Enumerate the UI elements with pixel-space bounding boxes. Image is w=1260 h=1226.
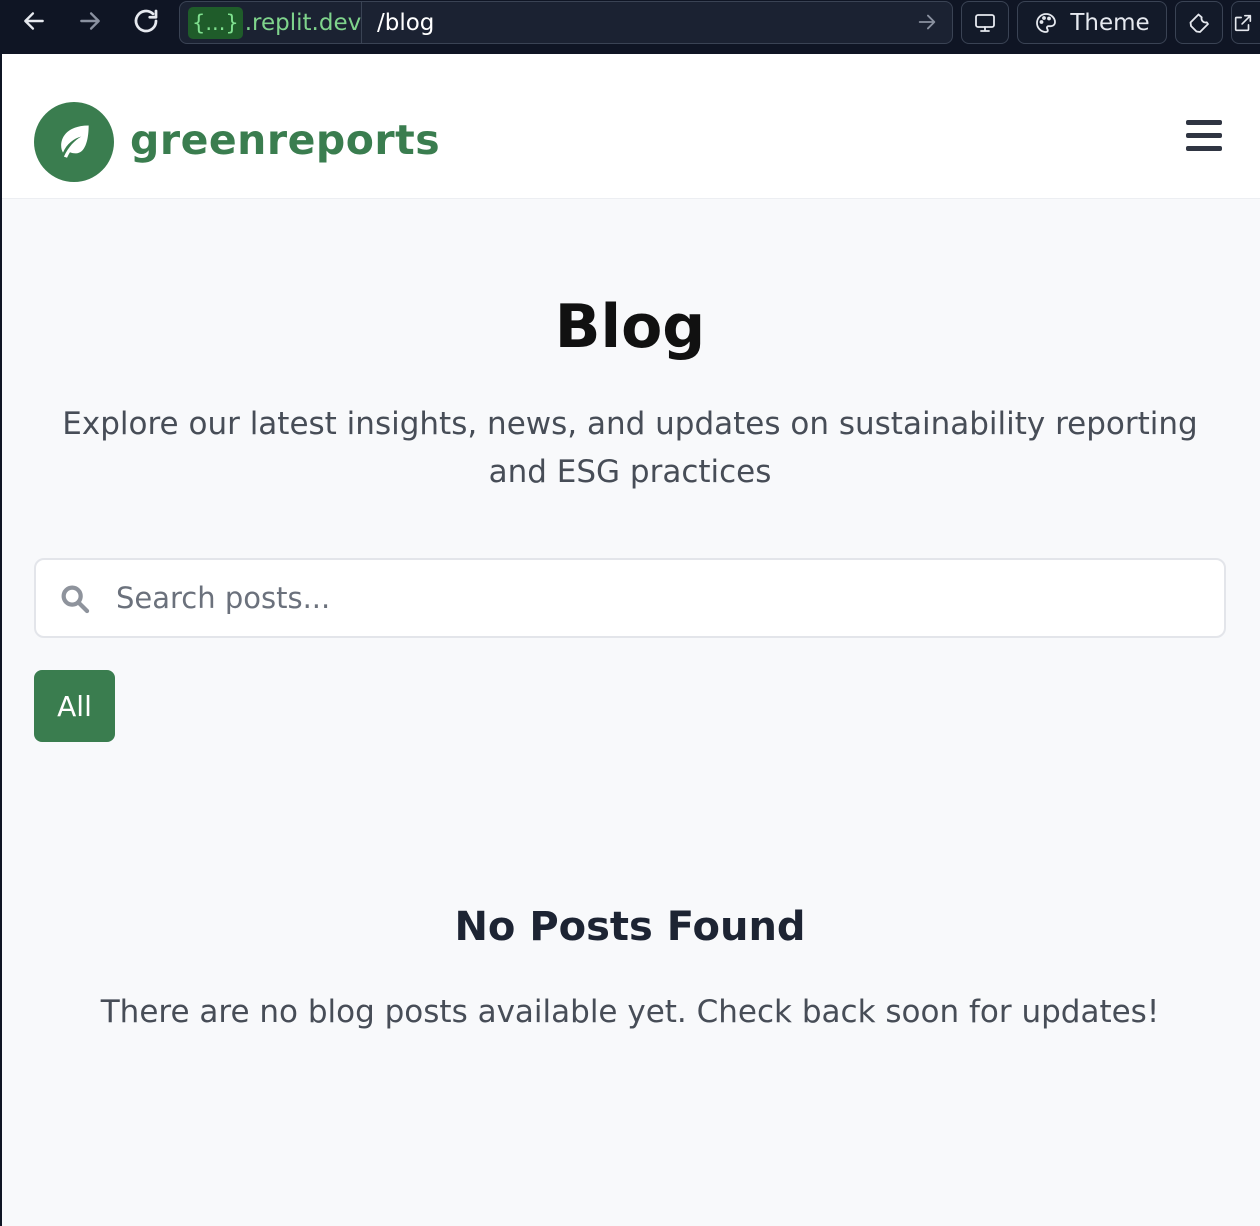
search-icon (58, 582, 92, 620)
site-header: greenreports (2, 54, 1260, 199)
page-subtitle: Explore our latest insights, news, and u… (62, 406, 1198, 490)
filter-all-button[interactable]: All (34, 670, 115, 742)
url-path[interactable]: /blog (377, 2, 434, 43)
logo[interactable] (34, 102, 114, 182)
hamburger-icon (1186, 120, 1226, 151)
devtools-button[interactable] (1175, 1, 1223, 44)
back-button[interactable] (14, 6, 54, 36)
wrench-icon (1189, 13, 1209, 33)
address-bar[interactable]: {...} .replit.dev /blog (179, 1, 953, 44)
arrow-right-icon (80, 12, 100, 30)
url-token-badge: {...} (188, 6, 243, 39)
go-button[interactable] (916, 11, 938, 37)
page-border (0, 54, 2, 1226)
theme-label: Theme (1070, 9, 1150, 36)
reload-icon (134, 9, 158, 33)
arrow-left-icon (24, 12, 44, 30)
arrow-right-icon (918, 14, 936, 30)
empty-state-message: There are no blog posts available yet. C… (100, 994, 1160, 1030)
monitor-icon (975, 13, 995, 32)
brand-name[interactable]: greenreports (130, 116, 440, 164)
forward-button[interactable] (70, 6, 110, 36)
theme-button[interactable]: Theme (1017, 1, 1167, 44)
palette-icon (1036, 12, 1057, 33)
search-input[interactable] (116, 570, 1206, 626)
reload-button[interactable] (126, 6, 166, 36)
leaf-icon (61, 125, 89, 158)
page-title: Blog (554, 292, 706, 362)
browser-toolbar: {...} .replit.dev /blog Theme (0, 0, 1260, 54)
url-host: {...} .replit.dev (180, 2, 362, 43)
search-box (34, 558, 1226, 638)
external-link-icon (1234, 14, 1252, 31)
menu-button[interactable] (1186, 120, 1226, 152)
device-preview-button[interactable] (961, 1, 1009, 44)
url-domain: .replit.dev (244, 9, 362, 36)
open-new-tab-button[interactable] (1231, 1, 1260, 44)
empty-state-title: No Posts Found (454, 904, 806, 950)
